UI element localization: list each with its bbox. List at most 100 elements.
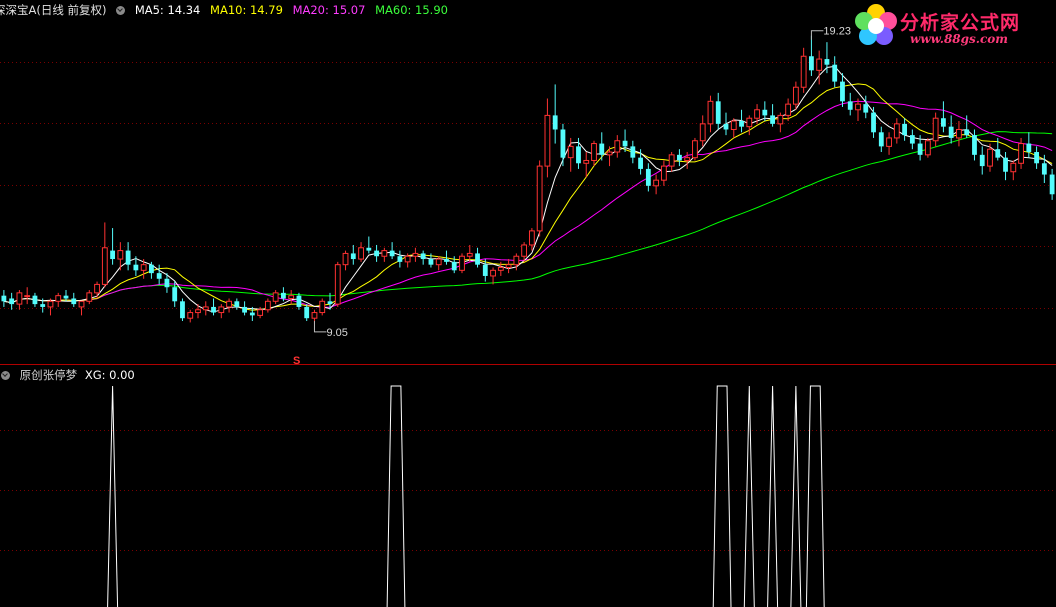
candle-body-up bbox=[226, 300, 232, 308]
candle-body-down bbox=[32, 295, 38, 305]
candle-body-down bbox=[397, 256, 403, 262]
candle-body-up bbox=[521, 244, 528, 257]
candle-body-up bbox=[956, 128, 962, 139]
candle-body-down bbox=[156, 273, 162, 279]
candle-body-up bbox=[754, 109, 760, 119]
candle-body-up bbox=[606, 151, 613, 156]
candle-body-down bbox=[715, 101, 721, 124]
candle-body-up bbox=[47, 300, 54, 308]
candle-body-up bbox=[334, 264, 341, 305]
logo-url: www.88gs.com bbox=[910, 32, 1008, 46]
candle-body-down bbox=[941, 118, 946, 127]
candle-body-down bbox=[948, 126, 954, 138]
candle-body-down bbox=[560, 129, 566, 158]
candle-body-down bbox=[1041, 163, 1047, 175]
stock-title[interactable]: 深深宝A(日线 前复权) bbox=[0, 3, 107, 17]
xg-signal-spike bbox=[805, 385, 825, 607]
candle-body-up bbox=[55, 295, 62, 302]
candle-body-up bbox=[435, 258, 442, 266]
candle-body-up bbox=[707, 100, 714, 125]
candle-body-down bbox=[249, 312, 255, 316]
candle-body-down bbox=[149, 264, 154, 274]
xg-signal-spike bbox=[386, 385, 406, 607]
flower-logo-icon bbox=[855, 4, 897, 45]
xg-signal-spike bbox=[743, 385, 755, 607]
candle-body-up bbox=[536, 165, 543, 232]
candle-body-down bbox=[995, 149, 1001, 158]
candle-body-down bbox=[366, 247, 372, 251]
candle-body-up bbox=[358, 247, 364, 260]
candle-body-up bbox=[660, 165, 667, 181]
candle-body-up bbox=[1010, 162, 1017, 173]
candle-body-up bbox=[218, 306, 225, 314]
candle-body-down bbox=[972, 135, 977, 155]
indicator-toggle-icon[interactable] bbox=[1, 371, 10, 380]
candle-body-down bbox=[902, 123, 907, 136]
candle-body-down bbox=[739, 121, 744, 127]
candle-body-up bbox=[987, 148, 993, 167]
candle-body-down bbox=[125, 250, 131, 265]
candle-body-up bbox=[311, 312, 318, 319]
candle-body-down bbox=[350, 253, 356, 260]
candle-body-down bbox=[723, 123, 729, 130]
ma20-value: MA20: 15.07 bbox=[292, 3, 366, 17]
candle-body-up bbox=[684, 157, 691, 161]
candle-body-up bbox=[459, 255, 465, 271]
candle-body-up bbox=[202, 306, 209, 311]
candle-body-down bbox=[630, 146, 636, 158]
indicator-value: XG: 0.00 bbox=[84, 368, 135, 382]
candle-body-down bbox=[9, 298, 15, 305]
settings-toggle-icon[interactable] bbox=[116, 6, 126, 15]
candle-body-up bbox=[78, 300, 85, 308]
candle-body-up bbox=[101, 247, 108, 285]
candle-body-down bbox=[1034, 152, 1039, 164]
candle-body-down bbox=[824, 59, 830, 65]
candle-body-down bbox=[599, 143, 605, 155]
candle-body-down bbox=[622, 140, 628, 147]
xg-signal-spike bbox=[790, 385, 802, 607]
chart-canvas: 19.23 9.05 S bbox=[0, 26, 1056, 607]
candle-body-up bbox=[195, 309, 201, 314]
high-pointer bbox=[810, 30, 824, 40]
candle-body-down bbox=[180, 301, 185, 319]
candle-body-down bbox=[242, 306, 247, 313]
candle-body-up bbox=[16, 292, 23, 305]
candle-body-up bbox=[614, 140, 621, 153]
candle-body-down bbox=[863, 104, 869, 113]
candle-body-down bbox=[1003, 157, 1008, 172]
candle-body-up bbox=[855, 103, 861, 111]
candle-body-up bbox=[816, 58, 823, 71]
candle-body-down bbox=[964, 129, 970, 136]
candle-body-down bbox=[871, 112, 876, 133]
candle-body-up bbox=[381, 250, 388, 257]
candle-body-down bbox=[1, 295, 7, 302]
candle-body-down bbox=[552, 115, 558, 130]
candle-body-down bbox=[1026, 143, 1032, 153]
ma60-value: MA60: 15.90 bbox=[375, 3, 448, 17]
candle-body-up bbox=[505, 264, 512, 268]
candle-body-down bbox=[133, 264, 139, 271]
candle-body-down bbox=[110, 250, 115, 260]
candle-body-up bbox=[187, 312, 194, 319]
candle-body-down bbox=[71, 298, 77, 305]
candle-body-up bbox=[257, 309, 264, 316]
candle-body-down bbox=[638, 157, 643, 169]
xg-signal-spike bbox=[712, 385, 732, 607]
low-pointer bbox=[313, 320, 327, 333]
candle-body-up bbox=[730, 120, 737, 130]
candle-body-down bbox=[482, 264, 488, 276]
xg-signal-spike bbox=[767, 385, 779, 607]
candle-body-down bbox=[428, 259, 434, 265]
candle-body-down bbox=[234, 301, 240, 307]
indicator-name[interactable]: 原创张停梦 bbox=[20, 368, 78, 382]
candle-body-up bbox=[497, 267, 504, 271]
candle-body-down bbox=[164, 278, 170, 288]
ma5-value: MA5: 14.34 bbox=[134, 3, 201, 17]
candle-body-up bbox=[932, 117, 939, 142]
candle-body-up bbox=[886, 137, 892, 147]
candle-body-down bbox=[374, 250, 379, 257]
candle-body-up bbox=[668, 154, 675, 167]
candle-body-up bbox=[699, 123, 706, 142]
candle-body-up bbox=[342, 252, 349, 266]
candle-body-down bbox=[1049, 174, 1055, 195]
